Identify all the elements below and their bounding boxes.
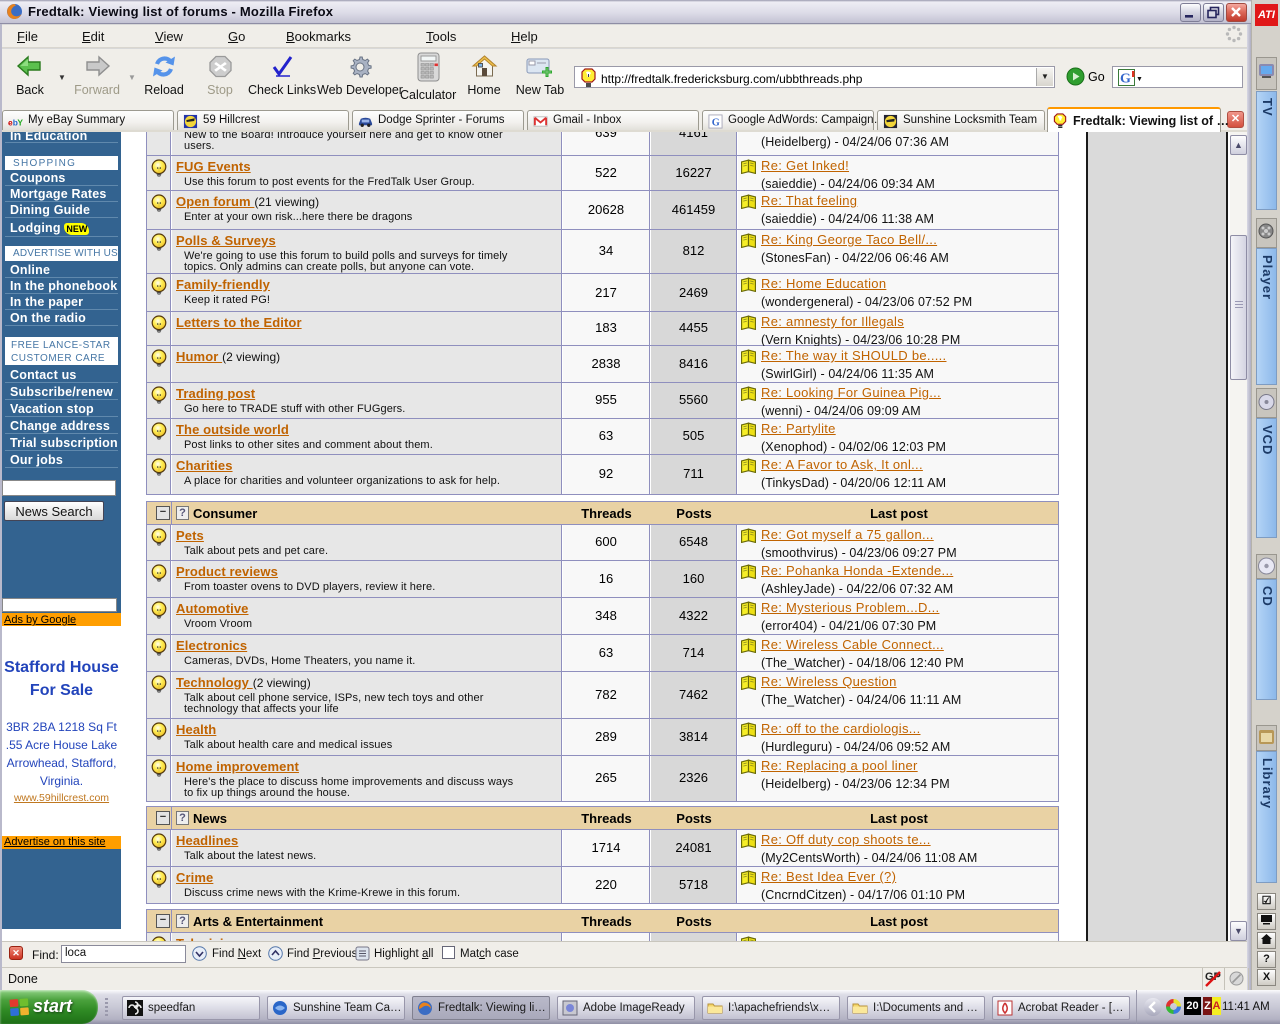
svg-text:G: G (712, 117, 720, 128)
svg-text:G: G (1120, 72, 1131, 87)
svg-text:Y: Y (17, 117, 23, 127)
